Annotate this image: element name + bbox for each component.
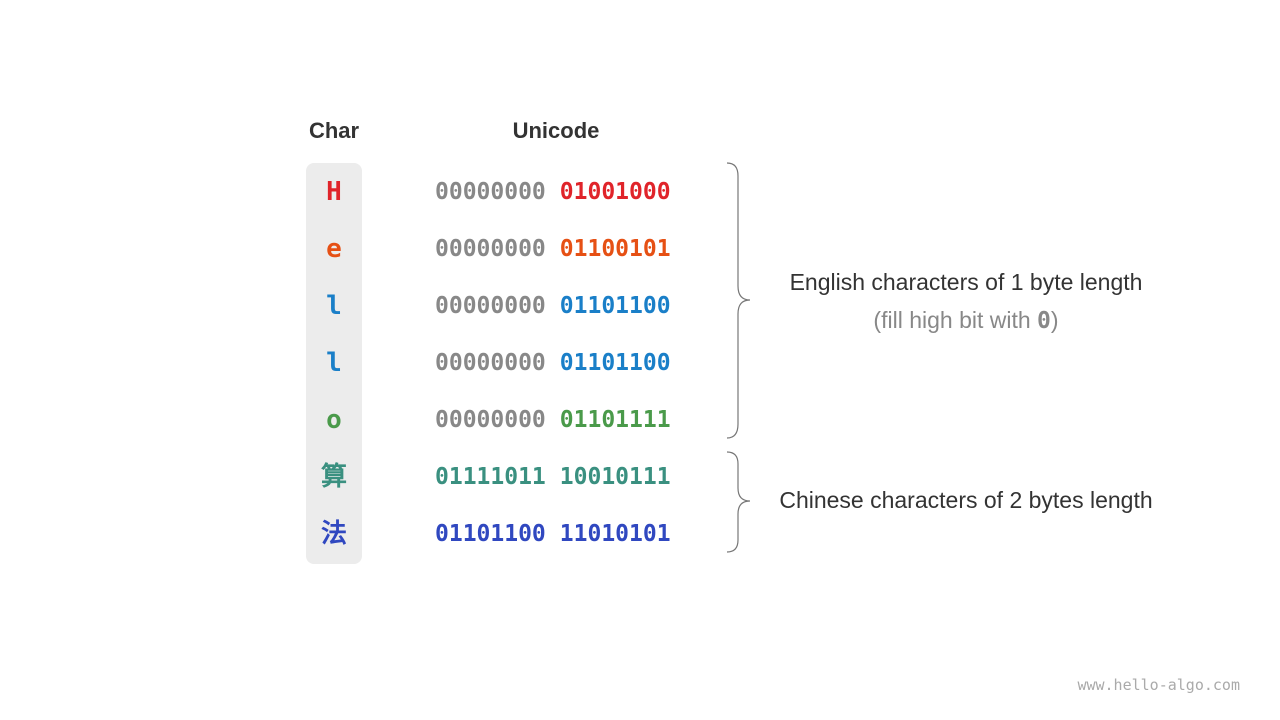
row-char: 算 bbox=[320, 462, 347, 492]
row-char: l bbox=[326, 291, 342, 321]
english-note-subtitle: (fill high bit with 0) bbox=[760, 307, 1172, 334]
low-byte: 01100101 bbox=[559, 236, 671, 262]
high-byte: 00000000 bbox=[435, 407, 546, 433]
high-byte: 00000000 bbox=[435, 179, 546, 205]
english-note-suffix: ) bbox=[1050, 307, 1059, 333]
high-byte: 00000000 bbox=[435, 350, 546, 376]
row-code: 00000000 01100101 bbox=[435, 234, 671, 264]
row-char: 法 bbox=[320, 519, 347, 549]
english-note-zero: 0 bbox=[1037, 308, 1051, 334]
low-byte: 11010101 bbox=[559, 521, 671, 547]
english-note: English characters of 1 byte length bbox=[789, 269, 1143, 295]
english-brace-icon bbox=[726, 162, 751, 439]
row-char: o bbox=[326, 405, 342, 435]
row-code: 01111011 10010111 bbox=[435, 462, 671, 492]
chinese-note: Chinese characters of 2 bytes length bbox=[779, 487, 1153, 513]
english-note-prefix: (fill high bit with bbox=[873, 307, 1038, 333]
brace-icons bbox=[726, 162, 751, 553]
row-char: l bbox=[326, 348, 342, 378]
high-byte: 00000000 bbox=[435, 236, 546, 262]
low-byte: 01101100 bbox=[559, 293, 671, 319]
row-char: e bbox=[326, 234, 342, 264]
row-code: 01101100 11010101 bbox=[435, 519, 671, 549]
high-byte: 00000000 bbox=[435, 293, 546, 319]
row-char: H bbox=[326, 177, 342, 207]
char-column-header: Char bbox=[308, 118, 360, 143]
high-byte: 01101100 bbox=[435, 521, 546, 547]
row-code: 00000000 01001000 bbox=[435, 177, 671, 207]
high-byte: 01111011 bbox=[435, 464, 546, 490]
low-byte: 01001000 bbox=[559, 179, 671, 205]
low-byte: 01101111 bbox=[559, 407, 671, 433]
row-code: 00000000 01101111 bbox=[435, 405, 671, 435]
low-byte: 10010111 bbox=[559, 464, 671, 490]
row-code: 00000000 01101100 bbox=[435, 291, 671, 321]
low-byte: 01101100 bbox=[559, 350, 671, 376]
watermark: www.hello-algo.com bbox=[1077, 676, 1240, 694]
row-code: 00000000 01101100 bbox=[435, 348, 671, 378]
unicode-column-header: Unicode bbox=[512, 118, 600, 143]
chinese-brace-icon bbox=[726, 451, 751, 553]
